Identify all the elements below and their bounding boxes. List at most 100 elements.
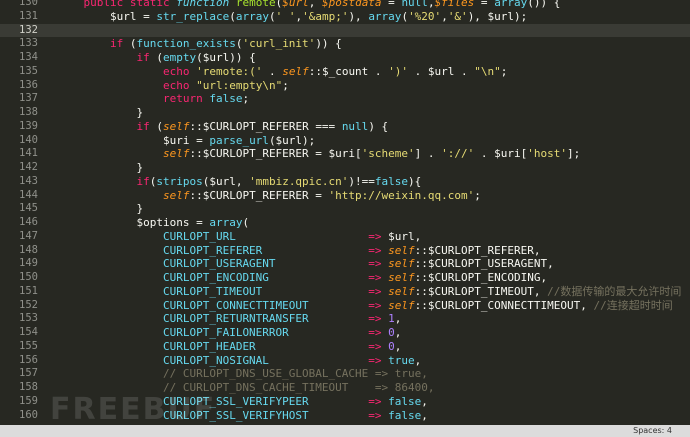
code-token: 'http://weixin.qq.com' bbox=[328, 188, 475, 202]
code-token: . $url . bbox=[408, 64, 475, 78]
code-token: // CURLOPT_DNS_CACHE_TIMEOUT => 86400, bbox=[57, 381, 435, 394]
code-line[interactable]: 137 return false; bbox=[0, 92, 690, 106]
code-line[interactable]: 139 if (self::$CURLOPT_REFERER === null)… bbox=[0, 120, 690, 134]
code-line[interactable]: 149 CURLOPT_USERAGENT => self::$CURLOPT_… bbox=[0, 257, 690, 271]
code-line[interactable]: 138 } bbox=[0, 106, 690, 120]
line-number: 147 bbox=[19, 229, 38, 242]
line-number: 152 bbox=[19, 298, 38, 311]
code-token: ' ' bbox=[275, 9, 296, 23]
code-token: if bbox=[136, 174, 150, 188]
code-line[interactable]: 132 bbox=[0, 23, 690, 38]
line-number: 137 bbox=[19, 92, 38, 105]
code-token: self bbox=[388, 243, 415, 257]
code-token: echo bbox=[162, 78, 190, 92]
code-text: self::$CURLOPT_REFERER = $uri['scheme'] … bbox=[57, 147, 580, 161]
code-token: )) { bbox=[315, 37, 342, 51]
code-token: parse_url bbox=[209, 133, 269, 147]
code-token: "\n" bbox=[474, 64, 501, 78]
code-token: CURLOPT_NOSIGNAL bbox=[162, 353, 269, 367]
code-line[interactable]: 159 CURLOPT_SSL_VERIFYPEER => false, bbox=[0, 395, 690, 409]
code-line[interactable]: 156 CURLOPT_NOSIGNAL => true, bbox=[0, 354, 690, 368]
code-line[interactable]: 131 $url = str_replace(array(' ','&amp;'… bbox=[0, 10, 690, 24]
code-token: = bbox=[381, 0, 402, 9]
code-line[interactable]: 133 if (function_exists('curl_init')) { bbox=[0, 37, 690, 51]
code-line[interactable]: 140 $uri = parse_url($url); bbox=[0, 134, 690, 148]
code-line[interactable]: 142 } bbox=[0, 161, 690, 175]
code-line[interactable]: 145 } bbox=[0, 202, 690, 216]
code-line[interactable]: 154 CURLOPT_FAILONERROR => 0, bbox=[0, 326, 690, 340]
code-text: $options = array( bbox=[57, 216, 249, 230]
code-token: CURLOPT_SSL_VERIFYHOST bbox=[162, 408, 309, 422]
code-token: 'scheme' bbox=[361, 147, 415, 161]
code-line[interactable]: 144 self::$CURLOPT_REFERER = 'http://wei… bbox=[0, 189, 690, 203]
code-token: 'curl_init' bbox=[242, 37, 316, 51]
code-line[interactable]: 148 CURLOPT_REFERER => self::$CURLOPT_RE… bbox=[0, 244, 690, 258]
code-token: ; bbox=[474, 188, 481, 202]
code-token: )!== bbox=[348, 174, 375, 188]
code-token: ; bbox=[242, 92, 250, 106]
code-line[interactable]: 151 CURLOPT_TIMEOUT => self::$CURLOPT_TI… bbox=[0, 285, 690, 299]
code-token: } bbox=[57, 106, 144, 119]
code-token: ( bbox=[229, 9, 236, 23]
code-token: echo bbox=[162, 64, 190, 78]
code-line[interactable]: 146 $options = array( bbox=[0, 216, 690, 230]
code-token: => bbox=[368, 229, 382, 243]
code-line[interactable]: 134 if (empty($url)) { bbox=[0, 51, 690, 65]
code-editor[interactable]: 130 public static function remote($url, … bbox=[0, 0, 690, 425]
code-token: => bbox=[368, 408, 382, 422]
code-line[interactable]: 158 // CURLOPT_DNS_CACHE_TIMEOUT => 8640… bbox=[0, 381, 690, 395]
status-bar: Spaces: 4 bbox=[0, 425, 690, 437]
code-token: if bbox=[136, 51, 150, 64]
code-token: ::$CURLOPT_ENCODING, bbox=[414, 271, 548, 284]
code-line[interactable]: 141 self::$CURLOPT_REFERER = $uri['schem… bbox=[0, 147, 690, 161]
code-line[interactable]: 136 echo "url:empty\n"; bbox=[0, 79, 690, 93]
line-number: 133 bbox=[19, 37, 38, 50]
code-token: ){ bbox=[408, 174, 422, 188]
code-token: ( bbox=[242, 216, 250, 229]
code-line[interactable]: 152 CURLOPT_CONNECTTIMEOUT => self::$CUR… bbox=[0, 299, 690, 313]
line-number: 146 bbox=[19, 216, 38, 228]
line-number: 143 bbox=[19, 174, 38, 187]
line-number: 141 bbox=[19, 147, 38, 160]
line-number: 140 bbox=[19, 133, 38, 146]
code-token: $postdata bbox=[321, 0, 382, 9]
code-token: remote bbox=[235, 0, 276, 9]
code-line[interactable]: 157 // CURLOPT_DNS_USE_GLOBAL_CACHE => t… bbox=[0, 367, 690, 381]
indentation-setting[interactable]: Spaces: 4 bbox=[633, 426, 672, 435]
code-text: $url = str_replace(array(' ','&amp;'), a… bbox=[57, 10, 527, 24]
code-line[interactable]: 143 if(stripos($url, 'mmbiz.qpic.cn')!==… bbox=[0, 175, 690, 189]
code-token: ) { bbox=[368, 119, 389, 133]
code-line[interactable]: 135 echo 'remote:(' . self::$_count . ')… bbox=[0, 65, 690, 79]
code-line[interactable]: 155 CURLOPT_HEADER => 0, bbox=[0, 340, 690, 354]
code-line[interactable]: 147 CURLOPT_URL => $url, bbox=[0, 230, 690, 244]
code-line[interactable]: 150 CURLOPT_ENCODING => self::$CURLOPT_E… bbox=[0, 271, 690, 285]
code-token: array bbox=[209, 216, 243, 229]
code-text: public static function remote($url, $pos… bbox=[57, 0, 561, 10]
code-token: $options = bbox=[57, 216, 210, 229]
code-token: ::$CURLOPT_REFERER = bbox=[189, 188, 329, 202]
line-number: 151 bbox=[19, 284, 38, 297]
code-line[interactable]: 160 CURLOPT_SSL_VERIFYHOST => false, bbox=[0, 409, 690, 423]
code-line[interactable]: 153 CURLOPT_RETURNTRANSFER => 1, bbox=[0, 312, 690, 326]
code-line[interactable]: 130 public static function remote($url, … bbox=[0, 0, 690, 10]
code-text: CURLOPT_HEADER => 0, bbox=[57, 340, 401, 354]
code-text: CURLOPT_ENCODING => self::$CURLOPT_ENCOD… bbox=[57, 271, 547, 285]
code-text: CURLOPT_USERAGENT => self::$CURLOPT_USER… bbox=[57, 257, 554, 271]
code-token: ')' bbox=[388, 64, 409, 78]
code-token: self bbox=[162, 147, 190, 161]
